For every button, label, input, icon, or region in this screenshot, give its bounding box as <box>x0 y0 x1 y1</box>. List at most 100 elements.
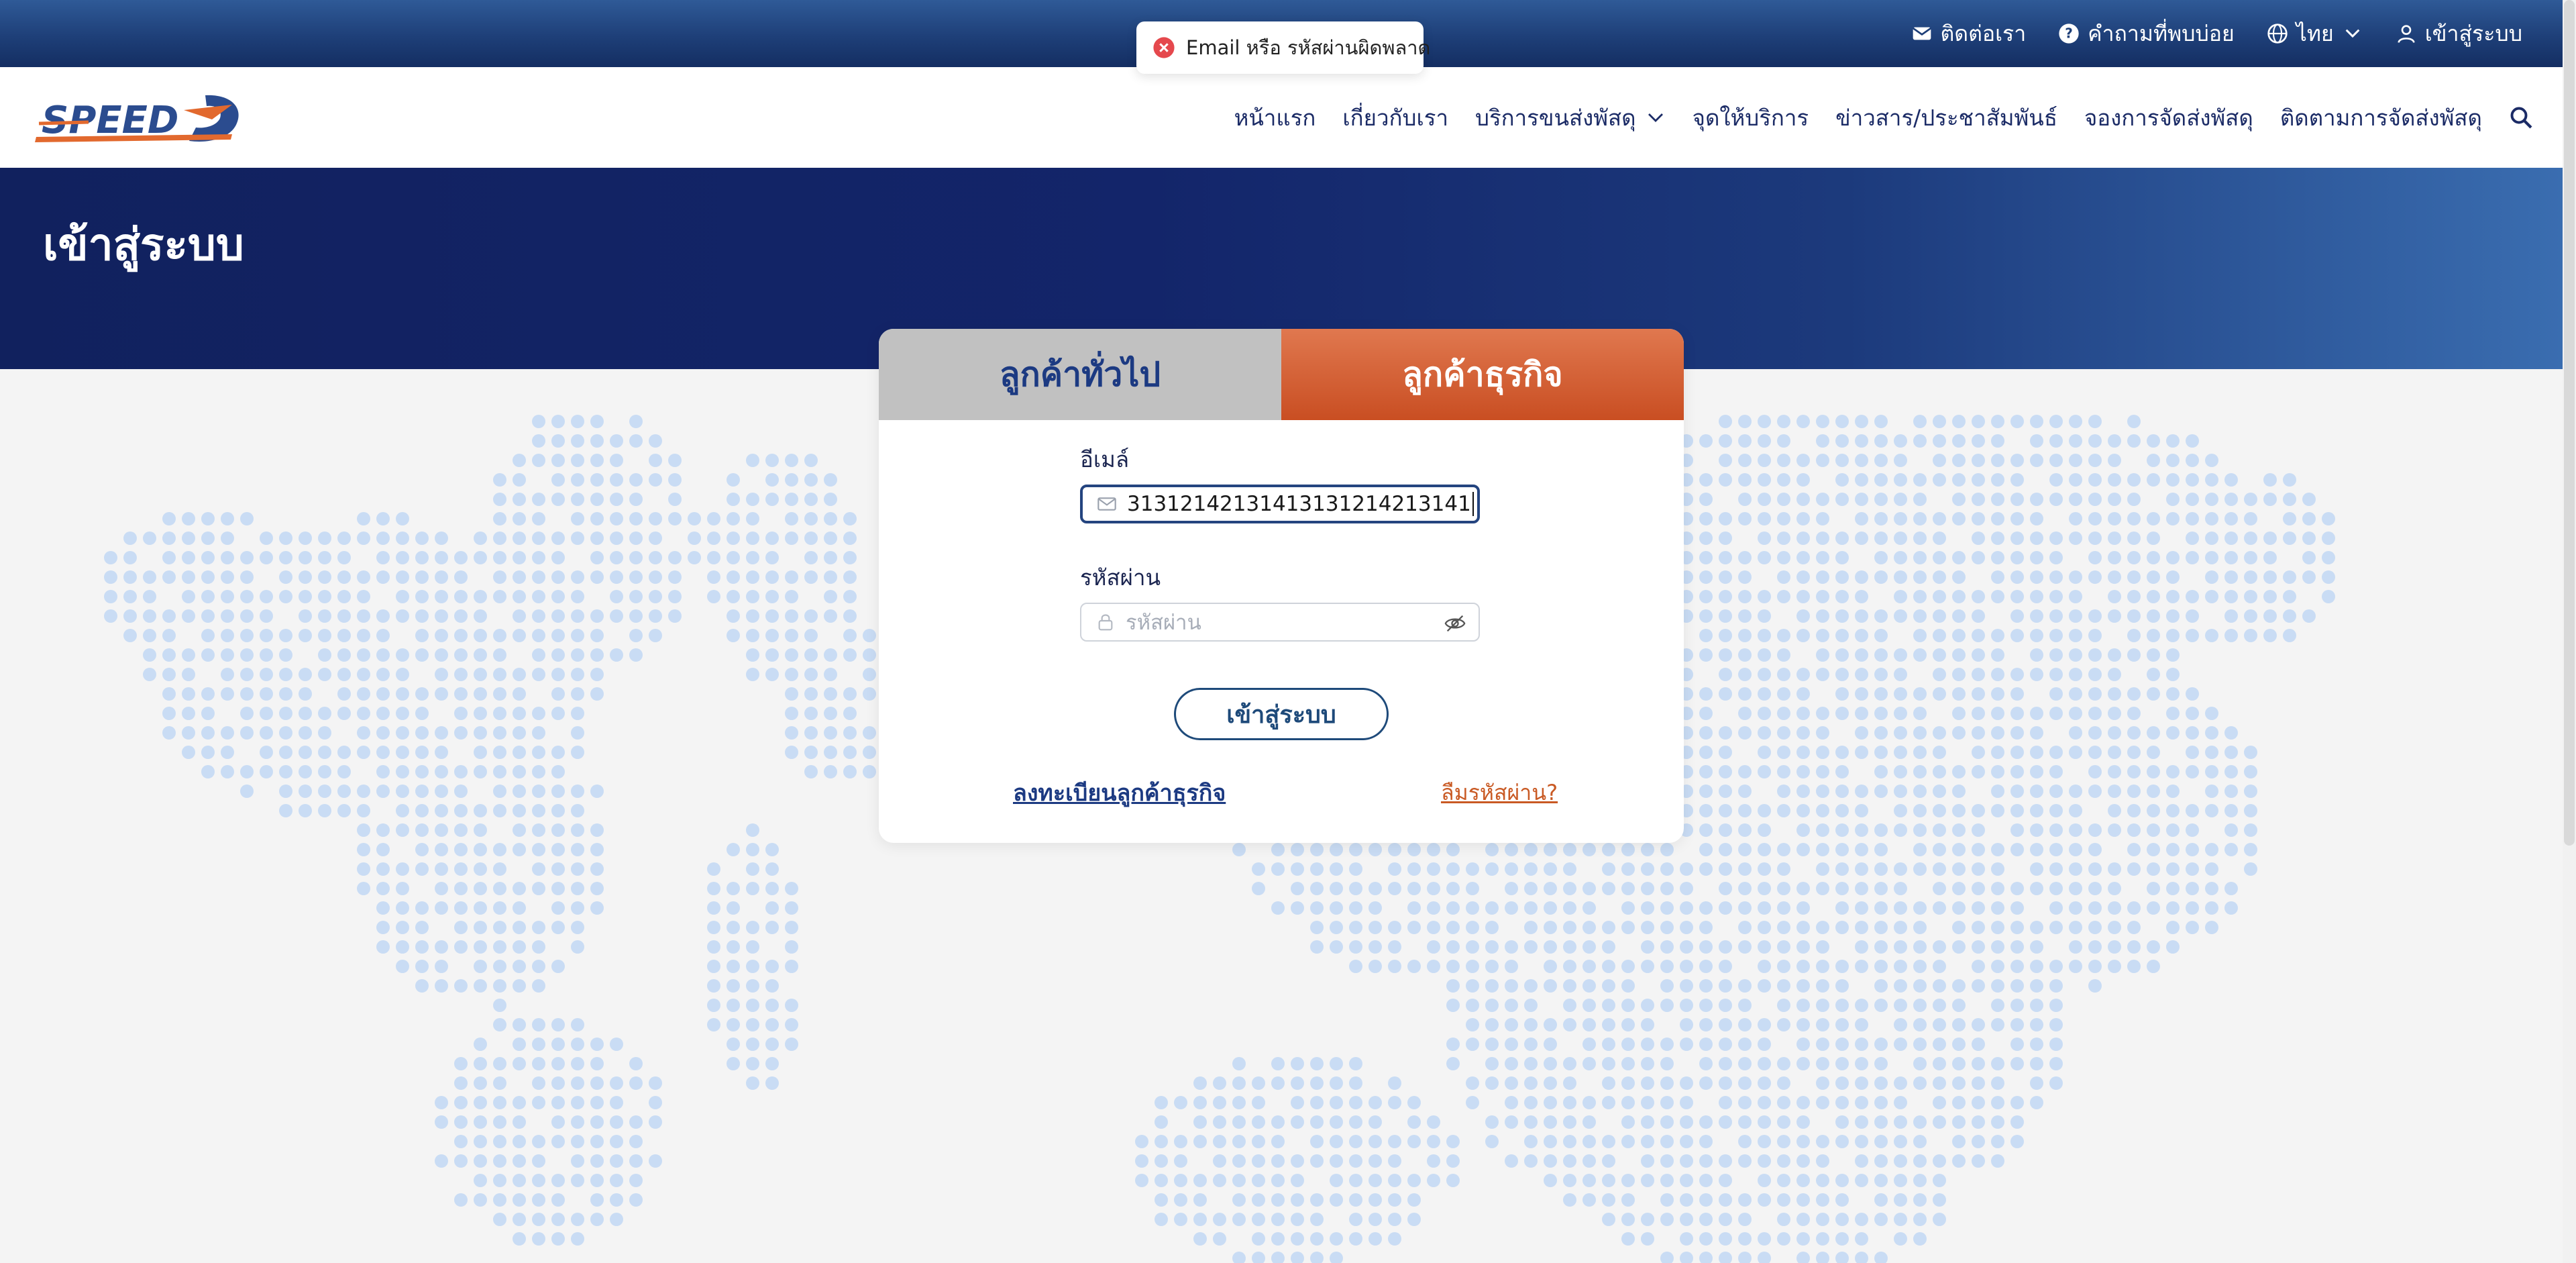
map-dot <box>1407 1193 1421 1207</box>
login-link[interactable]: เข้าสู่ระบบ <box>2396 17 2522 51</box>
map-dot <box>2010 726 2024 740</box>
map-dot <box>2049 1038 2063 1051</box>
tab-business-customer[interactable]: ลูกค้าธุรกิจ <box>1281 329 1684 420</box>
map-dot <box>610 1213 623 1226</box>
login-submit-button[interactable]: เข้าสู่ระบบ <box>1174 688 1389 740</box>
map-dot <box>1699 1174 1713 1187</box>
nav-item-track-shipment[interactable]: ติดตามการจัดส่งพัสดุ <box>2280 100 2482 136</box>
tab-general-customer[interactable]: ลูกค้าทั่วไป <box>879 329 1281 420</box>
map-dot <box>1913 1174 1927 1187</box>
map-dot <box>1738 1038 1752 1051</box>
map-dot <box>2069 454 2082 467</box>
map-dot <box>240 590 254 603</box>
map-dot <box>2069 609 2082 623</box>
map-dot <box>1913 1115 1927 1129</box>
map-dot <box>551 785 565 798</box>
map-dot <box>1660 960 1674 973</box>
map-dot <box>1913 415 1927 428</box>
map-dot <box>590 454 604 467</box>
map-dot <box>493 960 506 973</box>
map-dot <box>1738 1057 1752 1070</box>
map-dot <box>454 668 468 681</box>
register-business-link[interactable]: ลงทะเบียนลูกค้าธุรกิจ <box>1013 774 1226 811</box>
map-dot <box>1582 1038 1596 1051</box>
map-dot <box>1835 668 1849 681</box>
map-dot <box>1952 999 1966 1012</box>
map-dot <box>2108 434 2121 448</box>
map-dot <box>2166 609 2180 623</box>
map-dot <box>1330 1252 1343 1263</box>
map-dot <box>1271 1076 1285 1090</box>
map-dot <box>1777 648 1790 662</box>
map-dot <box>2088 921 2102 934</box>
map-dot <box>1816 493 1829 506</box>
speedd-logo[interactable]: SPEED <box>31 90 250 145</box>
map-dot <box>2147 901 2160 915</box>
map-dot <box>746 1018 759 1031</box>
map-dot <box>532 1018 545 1031</box>
nav-item-home[interactable]: หน้าแรก <box>1234 100 1316 136</box>
error-x-icon[interactable] <box>1152 36 1175 59</box>
map-dot <box>1894 921 1907 934</box>
map-dot <box>824 512 837 525</box>
nav-item-about[interactable]: เกี่ยวกับเรา <box>1342 100 1448 136</box>
nav-item-services[interactable]: บริการขนส่งพัสดุ <box>1475 100 1666 136</box>
map-dot <box>493 1115 506 1129</box>
faq-link[interactable]: ? คำถามที่พบบ่อย <box>2058 17 2235 51</box>
map-dot <box>1388 882 1401 895</box>
map-dot <box>1933 746 1946 759</box>
map-dot <box>1972 551 1985 564</box>
map-dot <box>1933 609 1946 623</box>
map-dot <box>415 765 429 778</box>
map-dot <box>2030 570 2043 584</box>
map-dot <box>2049 590 2063 603</box>
map-dot <box>590 609 604 623</box>
contact-link[interactable]: ติดต่อเรา <box>1911 17 2026 51</box>
map-dot <box>629 1135 643 1148</box>
map-dot <box>1758 434 1771 448</box>
map-dot <box>824 668 837 681</box>
map-dot <box>532 668 545 681</box>
map-dot <box>1933 979 1946 993</box>
map-dot <box>1874 1096 1888 1109</box>
map-dot <box>357 726 370 740</box>
map-dot <box>2049 434 2063 448</box>
map-dot <box>1933 882 1946 895</box>
map-dot <box>532 1135 545 1148</box>
map-dot <box>1972 1115 1985 1129</box>
map-dot <box>221 687 234 701</box>
map-dot <box>1874 570 1888 584</box>
forgot-password-link[interactable]: ลืมรหัสผ่าน? <box>1441 776 1558 810</box>
map-dot <box>2263 570 2277 584</box>
map-dot <box>1699 1213 1713 1226</box>
map-dot <box>337 765 351 778</box>
map-dot <box>1699 512 1713 525</box>
password-field[interactable]: รหัสผ่าน <box>1080 603 1480 642</box>
map-dot <box>765 648 779 662</box>
map-dot <box>2030 1018 2043 1031</box>
nav-item-service-points[interactable]: จุดให้บริการ <box>1693 100 1809 136</box>
map-dot <box>279 785 292 798</box>
map-dot <box>1796 1096 1810 1109</box>
map-dot <box>2205 707 2218 720</box>
language-selector[interactable]: ไทย <box>2267 17 2363 51</box>
map-dot <box>629 648 643 662</box>
map-dot <box>1777 960 1790 973</box>
scrollbar-thumb[interactable] <box>2564 0 2575 846</box>
map-dot <box>1193 1174 1207 1187</box>
page-scrollbar[interactable] <box>2563 0 2576 1263</box>
email-field[interactable]: 31312142131413131214213141 <box>1080 485 1480 523</box>
map-dot <box>1427 940 1440 954</box>
map-dot <box>1310 1154 1324 1168</box>
nav-item-book-shipment[interactable]: จองการจัดส่งพัสดุ <box>2084 100 2253 136</box>
map-dot <box>1991 999 2004 1012</box>
map-dot <box>1952 493 1966 506</box>
map-dot <box>1641 1213 1654 1226</box>
search-icon[interactable] <box>2509 105 2533 130</box>
map-dot <box>1485 921 1499 934</box>
eye-off-icon[interactable] <box>1444 612 1466 635</box>
map-dot <box>1660 979 1674 993</box>
map-dot <box>240 785 254 798</box>
map-dot <box>376 687 390 701</box>
nav-item-news[interactable]: ข่าวสาร/ประชาสัมพันธ์ <box>1835 100 2057 136</box>
